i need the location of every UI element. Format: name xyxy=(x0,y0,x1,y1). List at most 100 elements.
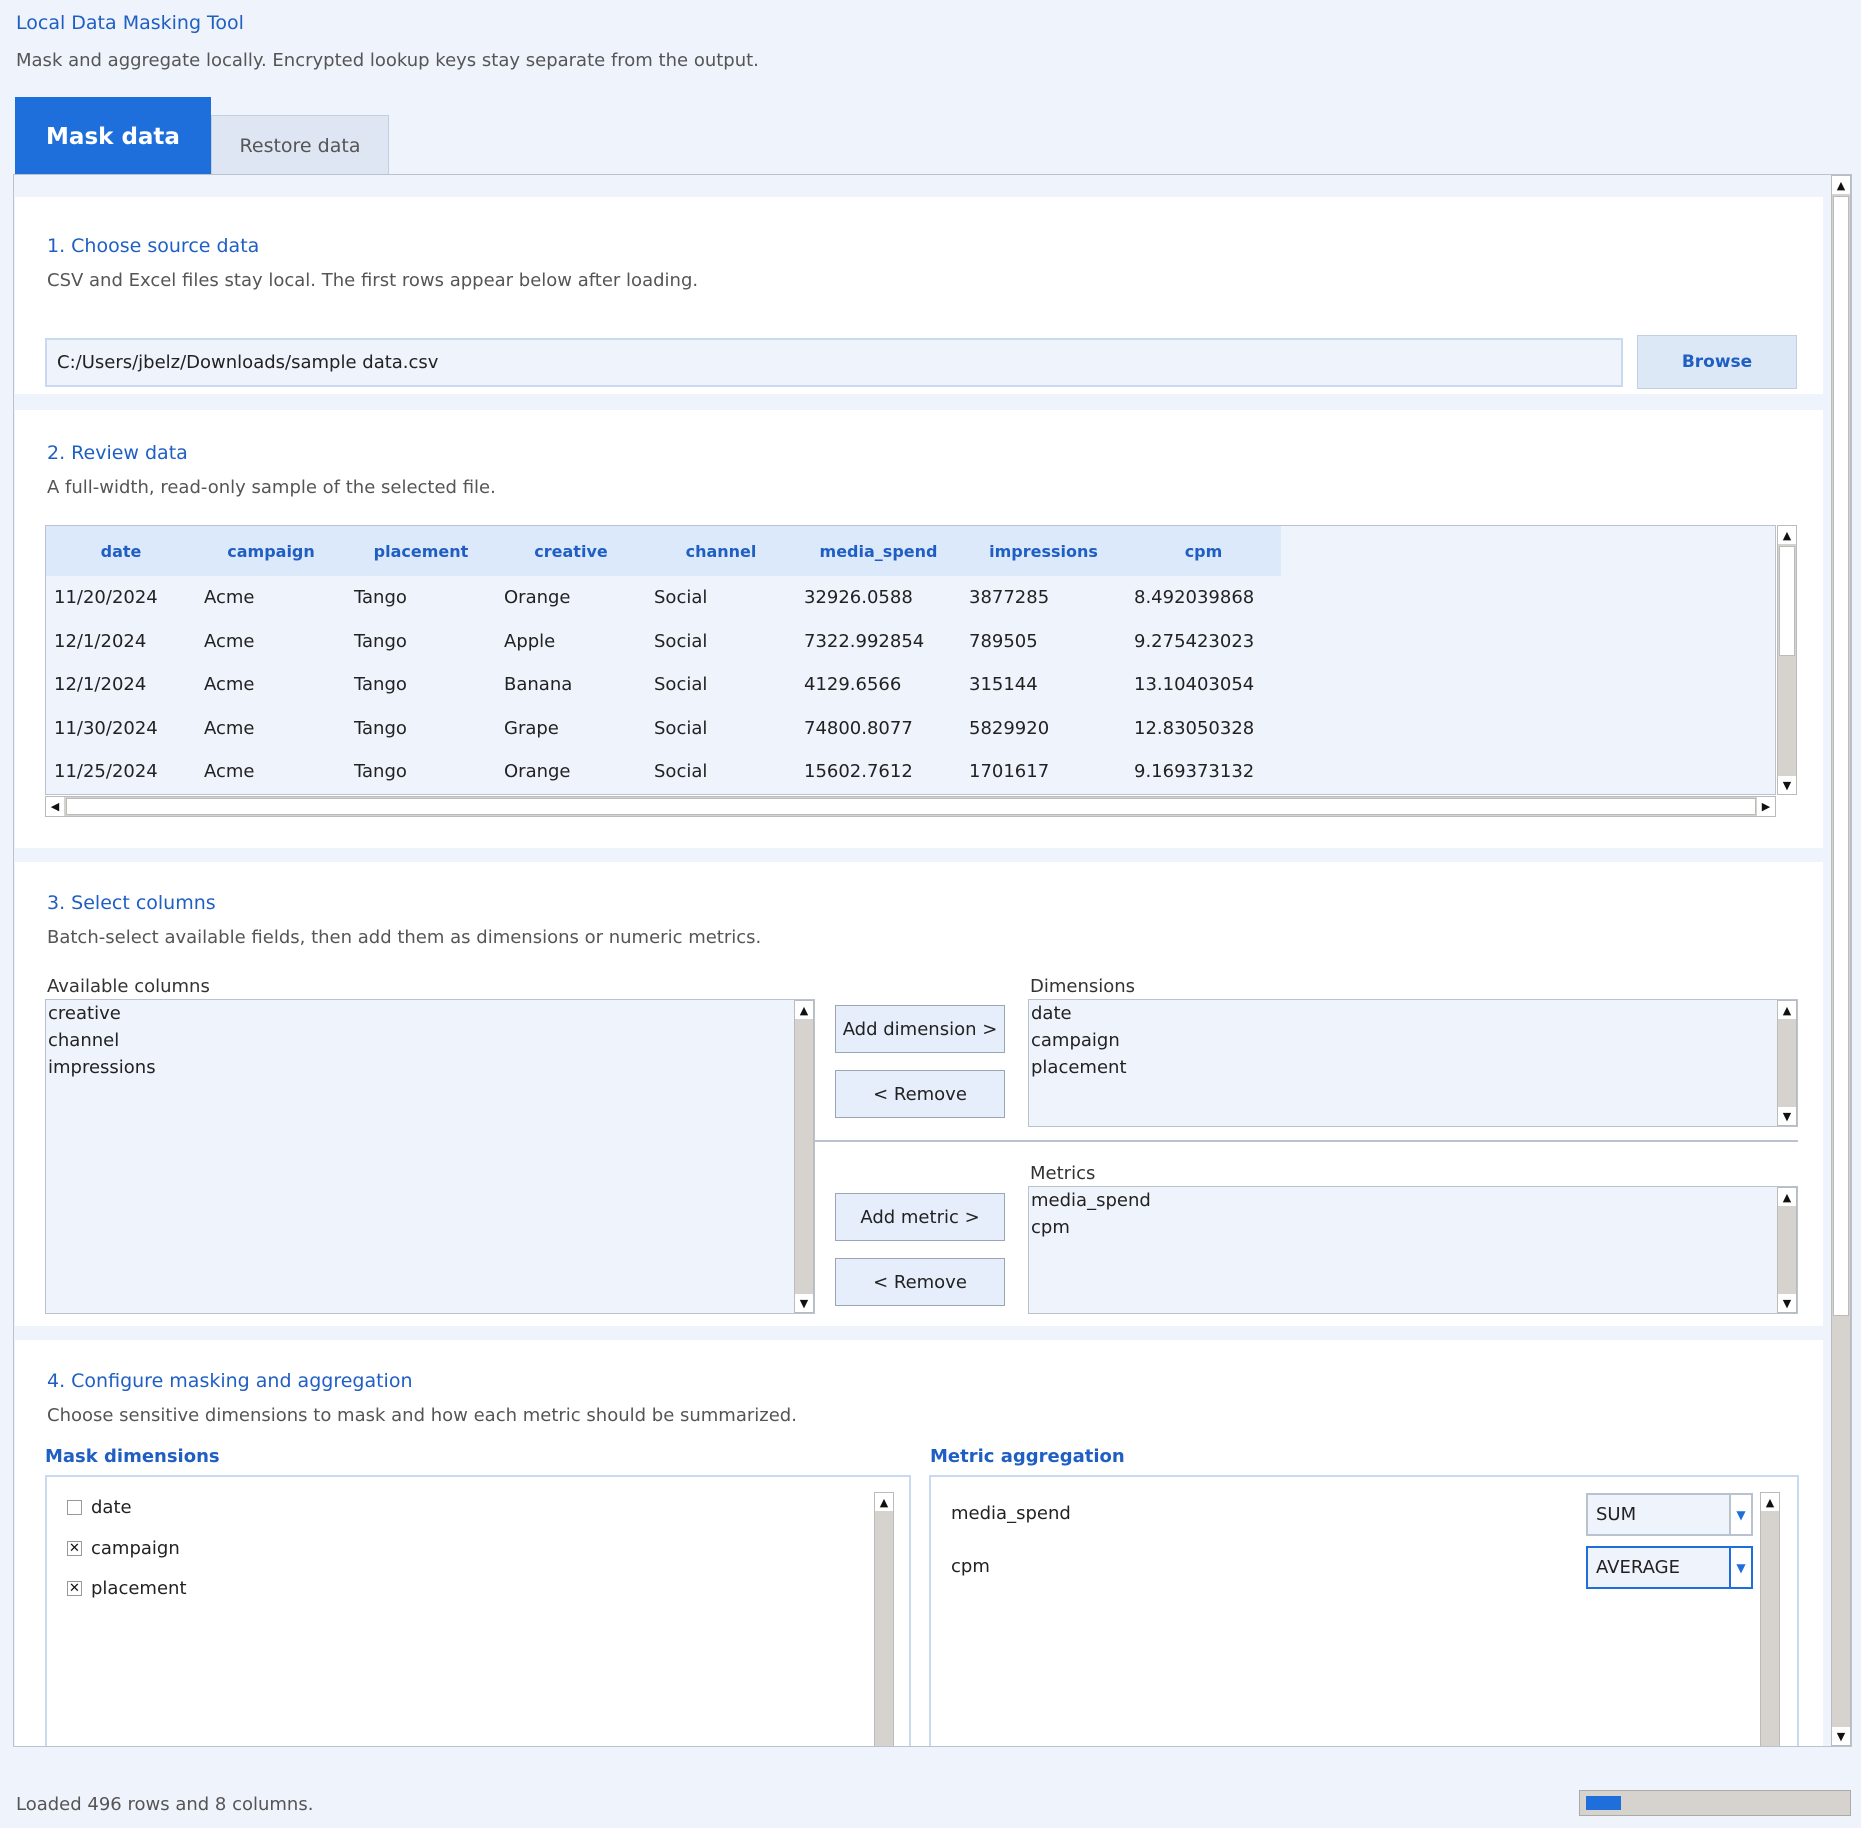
table-cell: 15602.7612 xyxy=(804,761,913,783)
scroll-up-icon[interactable]: ▲ xyxy=(795,1001,813,1019)
progress-fill xyxy=(1586,1796,1621,1810)
table-cell: Grape xyxy=(504,717,559,739)
checkbox-checked[interactable]: ✕ xyxy=(67,1541,82,1556)
scroll-up-icon[interactable]: ▲ xyxy=(1778,1188,1796,1206)
status-message: Loaded 496 rows and 8 columns. xyxy=(16,1794,314,1815)
scroll-down-icon[interactable]: ▼ xyxy=(795,1294,813,1312)
scroll-up-icon[interactable]: ▲ xyxy=(1832,176,1850,194)
metrics-list[interactable]: media_spend cpm ▲ ▼ xyxy=(1028,1186,1798,1314)
scroll-right-icon[interactable]: ▶ xyxy=(1757,797,1775,816)
scroll-down-icon[interactable]: ▼ xyxy=(1778,1294,1796,1312)
column-header[interactable]: campaign xyxy=(196,526,346,576)
scroll-down-icon[interactable]: ▼ xyxy=(1778,1107,1796,1125)
dimensions-list[interactable]: date campaign placement ▲ ▼ xyxy=(1028,999,1798,1127)
checkbox-label: date xyxy=(91,1497,132,1518)
app-subtitle: Mask and aggregate locally. Encrypted lo… xyxy=(16,50,759,71)
panel-scrollbar[interactable]: ▲ xyxy=(1760,1492,1780,1746)
grid-vertical-scrollbar[interactable]: ▲ ▼ xyxy=(1777,525,1797,795)
column-header[interactable]: creative xyxy=(496,526,646,576)
scroll-left-icon[interactable]: ◀ xyxy=(46,797,64,816)
available-columns-list[interactable]: creative channel impressions ▲ ▼ xyxy=(45,999,815,1314)
table-cell: 11/30/2024 xyxy=(54,717,158,739)
scroll-thumb[interactable] xyxy=(66,798,1756,815)
grid-header-row: date campaign placement creative channel… xyxy=(46,526,1281,576)
table-cell: 11/20/2024 xyxy=(54,587,158,609)
aggregation-select-media-spend[interactable]: SUM ▼ xyxy=(1586,1493,1753,1536)
list-scrollbar[interactable]: ▲ ▼ xyxy=(1777,1000,1797,1126)
table-row: 11/20/2024 Acme Tango Orange Social 3292… xyxy=(46,576,1281,620)
page-scrollbar[interactable]: ▲ ▼ xyxy=(1831,175,1851,1746)
add-metric-button[interactable]: Add metric > xyxy=(835,1193,1005,1241)
table-cell: Social xyxy=(654,630,708,652)
table-cell: Acme xyxy=(204,717,255,739)
column-header[interactable]: cpm xyxy=(1126,526,1281,576)
add-dimension-button[interactable]: Add dimension > xyxy=(835,1005,1005,1053)
scroll-down-icon[interactable]: ▼ xyxy=(1778,776,1796,794)
table-cell: Tango xyxy=(354,630,407,652)
data-grid[interactable]: date campaign placement creative channel… xyxy=(45,525,1776,795)
progress-bar xyxy=(1579,1790,1851,1816)
chevron-down-icon[interactable]: ▼ xyxy=(1729,1548,1751,1587)
column-header[interactable]: media_spend xyxy=(796,526,961,576)
file-path-input[interactable]: C:/Users/jbelz/Downloads/sample data.csv xyxy=(45,338,1623,387)
scroll-up-icon[interactable]: ▲ xyxy=(1778,1001,1796,1019)
remove-dimension-button[interactable]: < Remove xyxy=(835,1070,1005,1118)
scroll-thumb[interactable] xyxy=(1833,196,1849,1316)
table-cell: Banana xyxy=(504,674,573,696)
checkbox[interactable] xyxy=(67,1500,82,1515)
tab-mask-data[interactable]: Mask data xyxy=(15,97,211,176)
table-cell: Social xyxy=(654,674,708,696)
step1-section: 1. Choose source data CSV and Excel file… xyxy=(15,197,1823,394)
scroll-up-icon[interactable]: ▲ xyxy=(1778,526,1796,544)
table-cell: 8.492039868 xyxy=(1134,587,1255,609)
chevron-down-icon[interactable]: ▼ xyxy=(1729,1495,1751,1534)
browse-button[interactable]: Browse xyxy=(1637,335,1797,389)
remove-metric-button[interactable]: < Remove xyxy=(835,1258,1005,1306)
scroll-down-icon[interactable]: ▼ xyxy=(1832,1727,1850,1745)
list-item[interactable]: campaign xyxy=(1029,1027,1797,1054)
table-cell: Orange xyxy=(504,761,571,783)
table-row: 12/1/2024 Acme Tango Apple Social 7322.9… xyxy=(46,620,1281,664)
mask-item-date[interactable]: date xyxy=(67,1497,132,1518)
column-header[interactable]: date xyxy=(46,526,196,576)
table-cell: 32926.0588 xyxy=(804,587,913,609)
column-header[interactable]: impressions xyxy=(961,526,1126,576)
column-header[interactable]: channel xyxy=(646,526,796,576)
mask-item-campaign[interactable]: ✕ campaign xyxy=(67,1538,180,1559)
panel-scrollbar[interactable]: ▲ xyxy=(874,1492,894,1746)
step2-description: A full-width, read-only sample of the se… xyxy=(47,477,496,498)
scroll-thumb[interactable] xyxy=(1779,546,1795,656)
checkbox-label: placement xyxy=(91,1578,187,1599)
list-item[interactable]: creative xyxy=(46,1000,814,1027)
table-cell: Tango xyxy=(354,674,407,696)
aggregation-select-cpm[interactable]: AVERAGE ▼ xyxy=(1586,1546,1753,1589)
table-cell: Acme xyxy=(204,630,255,652)
metric-name: media_spend xyxy=(951,1503,1071,1524)
step3-section: 3. Select columns Batch-select available… xyxy=(15,862,1823,1326)
list-item[interactable]: placement xyxy=(1029,1054,1797,1081)
list-item[interactable]: date xyxy=(1029,1000,1797,1027)
mask-item-placement[interactable]: ✕ placement xyxy=(67,1578,187,1599)
checkbox-checked[interactable]: ✕ xyxy=(67,1581,82,1596)
list-item[interactable]: impressions xyxy=(46,1054,814,1081)
list-item[interactable]: cpm xyxy=(1029,1214,1797,1241)
metric-name: cpm xyxy=(951,1556,990,1577)
table-cell: 12.83050328 xyxy=(1134,717,1255,739)
column-header[interactable]: placement xyxy=(346,526,496,576)
list-scrollbar[interactable]: ▲ ▼ xyxy=(1777,1187,1797,1313)
table-cell: Orange xyxy=(504,587,571,609)
tab-restore-data[interactable]: Restore data xyxy=(211,115,389,176)
table-cell: 12/1/2024 xyxy=(54,674,147,696)
table-cell: 9.169373132 xyxy=(1134,761,1255,783)
list-item[interactable]: media_spend xyxy=(1029,1187,1797,1214)
scroll-up-icon[interactable]: ▲ xyxy=(875,1493,893,1511)
table-cell: Tango xyxy=(354,717,407,739)
step2-section: 2. Review data A full-width, read-only s… xyxy=(15,410,1823,848)
table-row: 11/25/2024 Acme Tango Orange Social 1560… xyxy=(46,750,1281,794)
metrics-label: Metrics xyxy=(1030,1163,1096,1184)
list-item[interactable]: channel xyxy=(46,1027,814,1054)
scroll-up-icon[interactable]: ▲ xyxy=(1761,1493,1779,1511)
grid-horizontal-scrollbar[interactable]: ◀ ▶ xyxy=(45,796,1776,817)
list-scrollbar[interactable]: ▲ ▼ xyxy=(794,1000,814,1313)
table-cell: 13.10403054 xyxy=(1134,674,1255,696)
